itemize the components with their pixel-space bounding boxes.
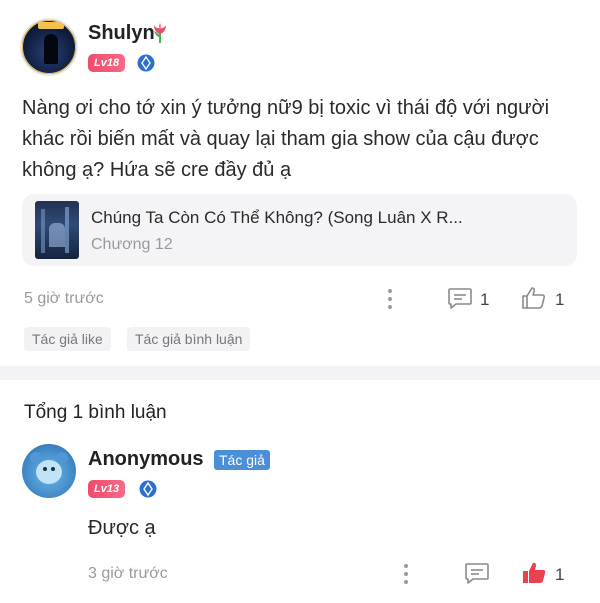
comment-count: 1 bbox=[480, 290, 490, 309]
section-divider bbox=[0, 366, 600, 380]
level-badge: Lv18 bbox=[88, 54, 126, 72]
reply-avatar[interactable] bbox=[22, 444, 76, 498]
comments-total-heading: Tổng 1 bình luận bbox=[24, 402, 167, 423]
reply-like-icon-filled[interactable] bbox=[522, 561, 548, 585]
reply-like-count: 1 bbox=[555, 565, 565, 584]
comment-icon[interactable] bbox=[447, 287, 473, 311]
avatar-frame-tag bbox=[38, 22, 64, 29]
book-link-card[interactable]: Chúng Ta Còn Có Thể Không? (Song Luân X … bbox=[22, 194, 577, 266]
reply-comment-icon[interactable] bbox=[464, 562, 490, 586]
avatar-figure bbox=[44, 34, 58, 64]
user-avatar[interactable] bbox=[20, 18, 78, 76]
book-title: Chúng Ta Còn Có Thể Không? (Song Luân X … bbox=[91, 208, 463, 227]
reply-content: Được ạ bbox=[88, 517, 156, 539]
reply-timestamp: 3 giờ trước bbox=[88, 565, 168, 582]
diamond-icon bbox=[139, 480, 157, 498]
reply-username[interactable]: Anonymous bbox=[88, 448, 204, 471]
like-icon[interactable] bbox=[521, 286, 547, 310]
post-card: Shulyn Lv18 Nàng ơi cho tớ xin ý tưởng n… bbox=[0, 0, 600, 366]
post-content: Nàng ơi cho tớ xin ý tưởng nữ9 bị toxic … bbox=[22, 97, 550, 181]
reply-more-options-icon[interactable] bbox=[403, 564, 409, 584]
more-options-icon[interactable] bbox=[387, 289, 393, 309]
author-badge: Tác giả bbox=[214, 450, 270, 470]
chip-author-liked: Tác giả like bbox=[24, 327, 111, 351]
book-cover bbox=[35, 201, 79, 259]
tulip-icon bbox=[154, 23, 166, 43]
chip-author-commented: Tác giả bình luận bbox=[127, 327, 251, 351]
username[interactable]: Shulyn bbox=[88, 22, 155, 45]
post-timestamp: 5 giờ trước bbox=[24, 290, 104, 307]
book-chapter: Chương 12 bbox=[91, 236, 173, 253]
reply-level-badge: Lv13 bbox=[88, 480, 126, 498]
diamond-icon bbox=[137, 54, 155, 72]
like-count: 1 bbox=[555, 290, 565, 309]
